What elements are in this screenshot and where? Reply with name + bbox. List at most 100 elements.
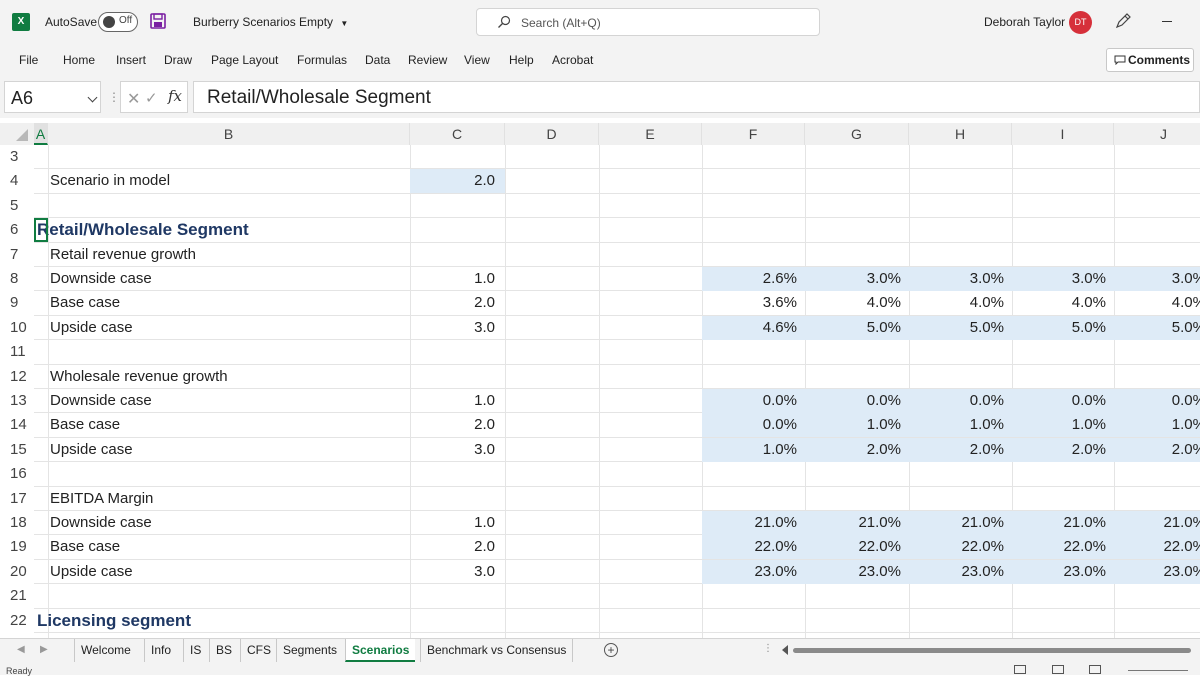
tab-insert[interactable]: Insert [116, 53, 146, 67]
row-header[interactable]: 16 [0, 462, 34, 486]
save-icon[interactable] [150, 13, 166, 29]
value-cell-g[interactable]: 0.0% [805, 389, 901, 413]
row-header[interactable]: 12 [0, 365, 34, 389]
row-label[interactable]: Downside case [50, 511, 152, 535]
column-header-i[interactable]: I [1012, 123, 1114, 145]
prev-sheet-icon[interactable]: ◀ [17, 644, 25, 655]
value-cell-i[interactable]: 2.0% [1012, 438, 1106, 462]
value-cell-j[interactable]: 4.0% [1114, 291, 1200, 315]
value-cell-i[interactable]: 0.0% [1012, 389, 1106, 413]
value-cell-h[interactable]: 23.0% [909, 560, 1004, 584]
column-header-c[interactable]: C [410, 123, 505, 145]
value-cell-i[interactable]: 22.0% [1012, 535, 1106, 559]
tab-draw[interactable]: Draw [164, 53, 192, 67]
value-cell-f[interactable]: 1.0% [702, 438, 797, 462]
row-label[interactable]: Downside case [50, 267, 152, 291]
horizontal-scrollbar[interactable] [793, 648, 1191, 653]
tab-help[interactable]: Help [509, 53, 534, 67]
value-cell-f[interactable]: 0.0% [702, 413, 797, 437]
value-cell-g[interactable]: 22.0% [805, 535, 901, 559]
row-header[interactable]: 5 [0, 194, 34, 218]
row-label[interactable]: Base case [50, 535, 120, 559]
formula-input[interactable]: Retail/Wholesale Segment [193, 81, 1200, 113]
autosave-toggle[interactable]: Off [98, 12, 138, 32]
row-header[interactable]: 10 [0, 316, 34, 340]
tab-page-layout[interactable]: Page Layout [211, 53, 278, 67]
row-header[interactable]: 8 [0, 267, 34, 291]
document-title[interactable]: Burberry Scenarios Empty ▼ [193, 15, 348, 29]
row-header[interactable]: 22 [0, 609, 34, 633]
value-cell-g[interactable]: 4.0% [805, 291, 901, 315]
value-cell-g[interactable]: 5.0% [805, 316, 901, 340]
column-header-h[interactable]: H [909, 123, 1012, 145]
sheet-tab-segments[interactable]: Segments [276, 639, 343, 662]
tab-data[interactable]: Data [365, 53, 390, 67]
value-cell-j[interactable]: 1.0% [1114, 413, 1200, 437]
tab-review[interactable]: Review [408, 53, 447, 67]
value-cell-f[interactable]: 22.0% [702, 535, 797, 559]
sheet-tab-bs[interactable]: BS [209, 639, 238, 662]
value-cell-h[interactable]: 22.0% [909, 535, 1004, 559]
page-layout-view-icon[interactable] [1052, 665, 1064, 674]
column-header-j[interactable]: J [1114, 123, 1200, 145]
value-cell-i[interactable]: 5.0% [1012, 316, 1106, 340]
row-header[interactable]: 6 [0, 218, 34, 242]
value-cell-h[interactable]: 21.0% [909, 511, 1004, 535]
tab-acrobat[interactable]: Acrobat [552, 53, 593, 67]
value-cell-j[interactable]: 21.0% [1114, 511, 1200, 535]
chevron-down-icon[interactable] [87, 92, 98, 103]
value-cell-f[interactable]: 23.0% [702, 560, 797, 584]
tab-home[interactable]: Home [63, 53, 95, 67]
row-label[interactable]: EBITDA Margin [50, 487, 153, 511]
sheet-tab-cfs[interactable]: CFS [240, 639, 277, 662]
row-header[interactable]: 18 [0, 511, 34, 535]
avatar[interactable]: DT [1069, 11, 1092, 34]
search-box[interactable]: Search (Alt+Q) [476, 8, 820, 36]
minimize-icon[interactable] [1162, 21, 1172, 22]
sheet-tab-is[interactable]: IS [183, 639, 207, 662]
row-label[interactable]: Base case [50, 291, 120, 315]
row-header[interactable]: 11 [0, 340, 34, 364]
comments-button[interactable]: Comments [1106, 48, 1194, 72]
row-header[interactable]: 3 [0, 145, 34, 169]
pen-icon[interactable] [1114, 12, 1132, 30]
column-header-a[interactable]: A [34, 123, 48, 145]
tab-view[interactable]: View [464, 53, 490, 67]
value-cell-i[interactable]: 3.0% [1012, 267, 1106, 291]
value-cell-i[interactable]: 1.0% [1012, 413, 1106, 437]
value-cell-j[interactable]: 23.0% [1114, 560, 1200, 584]
value-cell-j[interactable]: 3.0% [1114, 267, 1200, 291]
row-label[interactable]: Wholesale revenue growth [50, 365, 228, 389]
value-cell-h[interactable]: 5.0% [909, 316, 1004, 340]
more-icon[interactable]: ⋮ [108, 90, 120, 104]
spreadsheet-grid[interactable]: ABCDEFGHIJ 3 4 Scenario in model 2.0 5 6 Retai… [0, 118, 1200, 638]
column-header-f[interactable]: F [702, 123, 805, 145]
value-cell-h[interactable]: 3.0% [909, 267, 1004, 291]
check-icon[interactable]: ✓ [145, 89, 158, 107]
tab-splitter-icon[interactable]: ⋮ [763, 643, 773, 654]
row-label[interactable]: Upside case [50, 560, 133, 584]
column-header-d[interactable]: D [505, 123, 599, 145]
value-cell-g[interactable]: 21.0% [805, 511, 901, 535]
name-box[interactable]: A6 [4, 81, 101, 113]
value-cell-f[interactable]: 0.0% [702, 389, 797, 413]
scenario-number-cell[interactable]: 1.0 [410, 389, 495, 413]
scenario-number-cell[interactable]: 1.0 [410, 511, 495, 535]
next-sheet-icon[interactable]: ▶ [40, 644, 48, 655]
row-header[interactable]: 19 [0, 535, 34, 559]
row-label[interactable]: Base case [50, 413, 120, 437]
value-cell-g[interactable]: 3.0% [805, 267, 901, 291]
select-all-corner[interactable] [0, 123, 34, 145]
tab-formulas[interactable]: Formulas [297, 53, 347, 67]
value-cell-g[interactable]: 23.0% [805, 560, 901, 584]
value-cell-g[interactable]: 2.0% [805, 438, 901, 462]
scenario-number-cell[interactable]: 2.0 [410, 413, 495, 437]
page-break-view-icon[interactable] [1089, 665, 1101, 674]
row-header[interactable]: 13 [0, 389, 34, 413]
cancel-icon[interactable]: ✕ [127, 89, 140, 109]
scenario-number-cell[interactable]: 2.0 [410, 169, 495, 193]
column-header-e[interactable]: E [599, 123, 702, 145]
column-header-b[interactable]: B [48, 123, 410, 145]
value-cell-h[interactable]: 0.0% [909, 389, 1004, 413]
value-cell-i[interactable]: 4.0% [1012, 291, 1106, 315]
